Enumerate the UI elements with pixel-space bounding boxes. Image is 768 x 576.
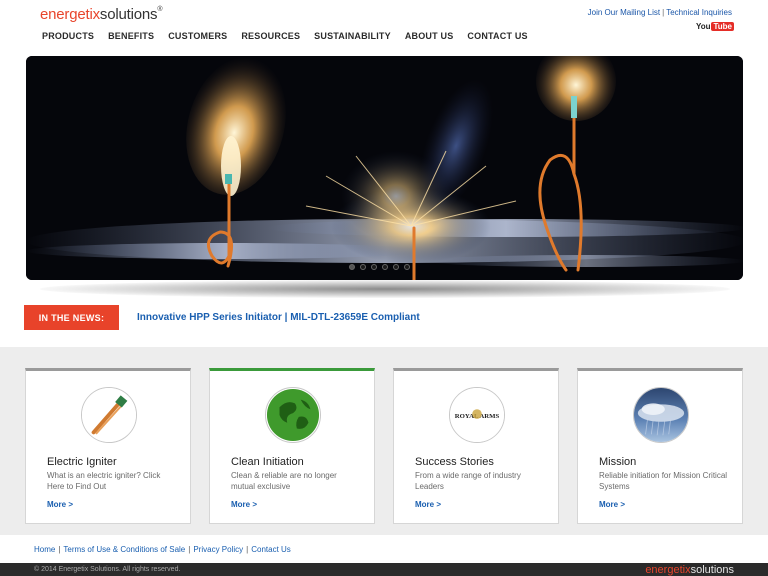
footer-link-home[interactable]: Home — [34, 545, 55, 554]
card-title: Mission — [599, 456, 637, 468]
card-description: What is an electric igniter? Click Here … — [47, 471, 161, 491]
footer-logo-part-energetix: energetix — [645, 564, 691, 576]
slider-dot-5[interactable] — [393, 264, 399, 270]
card-success-stories[interactable]: ROYAL ARMS Success Stories From a wide r… — [393, 368, 559, 524]
footer-logo-part-solutions: solutions — [690, 564, 734, 576]
nav-item-about-us[interactable]: ABOUT US — [405, 31, 454, 41]
card-title: Success Stories — [415, 456, 494, 468]
footer-separator: | — [246, 545, 249, 554]
technical-inquiries-link[interactable]: Technical Inquiries — [666, 8, 732, 17]
brand-logo[interactable]: energetixsolutions® — [40, 6, 162, 23]
storm-cloud-icon — [633, 387, 689, 443]
slider-dot-6[interactable] — [404, 264, 410, 270]
youtube-icon[interactable]: You Tube — [696, 22, 734, 31]
nav-item-resources[interactable]: RESOURCES — [241, 31, 300, 41]
card-description: Reliable initiation for Mission Critical… — [599, 471, 728, 491]
footer-link-terms[interactable]: Terms of Use & Conditions of Sale — [63, 545, 185, 554]
slider-pagination — [349, 264, 410, 270]
slider-dot-4[interactable] — [382, 264, 388, 270]
logo-part-solutions: solutions — [99, 6, 158, 23]
hero-image-igniters — [26, 56, 743, 280]
slider-dot-3[interactable] — [371, 264, 377, 270]
top-links-separator: | — [662, 8, 665, 17]
igniter-icon — [81, 387, 137, 443]
hero-shadow — [40, 280, 730, 298]
card-title: Electric Igniter — [47, 456, 117, 468]
hero-slider[interactable] — [26, 56, 743, 280]
news-headline-link[interactable]: Innovative HPP Series Initiator | MIL-DT… — [137, 312, 420, 323]
royal-arms-logo: ROYAL ARMS — [449, 387, 505, 443]
nav-item-products[interactable]: PRODUCTS — [42, 31, 94, 41]
nav-item-contact-us[interactable]: CONTACT US — [467, 31, 527, 41]
mailing-list-link[interactable]: Join Our Mailing List — [588, 8, 660, 17]
top-links: Join Our Mailing List | Technical Inquirie… — [588, 8, 732, 17]
slider-dot-1[interactable] — [349, 264, 355, 270]
main-nav: PRODUCTS BENEFITS CUSTOMERS RESOURCES SU… — [42, 31, 542, 41]
nav-item-sustainability[interactable]: SUSTAINABILITY — [314, 31, 391, 41]
card-description: Clean & reliable are no longer mutual ex… — [231, 471, 337, 491]
footer-bar: © 2014 Energetix Solutions. All rights r… — [0, 563, 768, 576]
card-clean-initiation[interactable]: Clean Initiation Clean & reliable are no… — [209, 368, 375, 524]
footer-links: Home | Terms of Use & Conditions of Sale | P… — [34, 545, 291, 554]
nav-item-benefits[interactable]: BENEFITS — [108, 31, 154, 41]
slider-dot-2[interactable] — [360, 264, 366, 270]
card-electric-igniter[interactable]: Electric Igniter What is an electric ign… — [25, 368, 191, 524]
logo-part-energetix: energetix — [40, 6, 100, 23]
card-description: From a wide range of industry Leaders — [415, 471, 521, 491]
footer-link-contact[interactable]: Contact Us — [251, 545, 291, 554]
card-title: Clean Initiation — [231, 456, 304, 468]
card-more-link[interactable]: More > — [231, 500, 257, 509]
logo-registered-mark: ® — [157, 6, 163, 13]
in-the-news-label: IN THE NEWS: — [24, 305, 119, 330]
footer-separator: | — [188, 545, 191, 554]
card-mission[interactable]: Mission Reliable initiation for Mission … — [577, 368, 743, 524]
globe-icon — [265, 387, 321, 443]
footer-separator: | — [58, 545, 61, 554]
nav-item-customers[interactable]: CUSTOMERS — [168, 31, 227, 41]
card-more-link[interactable]: More > — [599, 500, 625, 509]
copyright-text: © 2014 Energetix Solutions. All rights r… — [34, 566, 181, 573]
footer-link-privacy[interactable]: Privacy Policy — [193, 545, 243, 554]
card-more-link[interactable]: More > — [47, 500, 73, 509]
footer-logo[interactable]: energetixsolutions — [645, 564, 734, 576]
youtube-you-text: You — [695, 22, 711, 31]
youtube-tube-text: Tube — [711, 22, 734, 31]
card-more-link[interactable]: More > — [415, 500, 441, 509]
